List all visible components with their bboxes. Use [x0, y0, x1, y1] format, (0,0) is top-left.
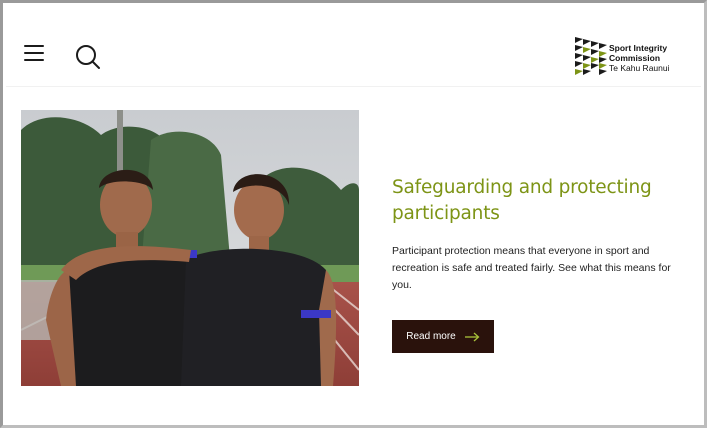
- sport-integrity-logo[interactable]: Sport Integrity Commission Te Kahu Raunu…: [575, 35, 693, 79]
- page-frame: Sport Integrity Commission Te Kahu Raunu…: [0, 0, 707, 428]
- hamburger-menu-icon[interactable]: [22, 44, 46, 62]
- logo-text: Sport Integrity Commission Te Kahu Raunu…: [609, 43, 693, 73]
- read-more-label: Read more: [406, 331, 456, 342]
- search-icon[interactable]: [74, 43, 102, 71]
- hero-description: Participant protection means that everyo…: [392, 245, 671, 291]
- hero-image: [21, 110, 359, 386]
- arrow-right-icon: [464, 332, 480, 341]
- hero-content: Safeguarding and protecting participants…: [392, 175, 692, 294]
- logo-line-2: Commission: [609, 53, 661, 63]
- logo-line-1: Sport Integrity: [609, 43, 668, 53]
- read-more-button[interactable]: Read more: [392, 320, 494, 353]
- logo-mark-icon: [575, 37, 607, 75]
- site-header: Sport Integrity Commission Te Kahu Raunu…: [6, 6, 701, 87]
- logo-line-3: Te Kahu Raunui: [609, 63, 670, 73]
- hero-title: Safeguarding and protecting participants: [392, 177, 652, 224]
